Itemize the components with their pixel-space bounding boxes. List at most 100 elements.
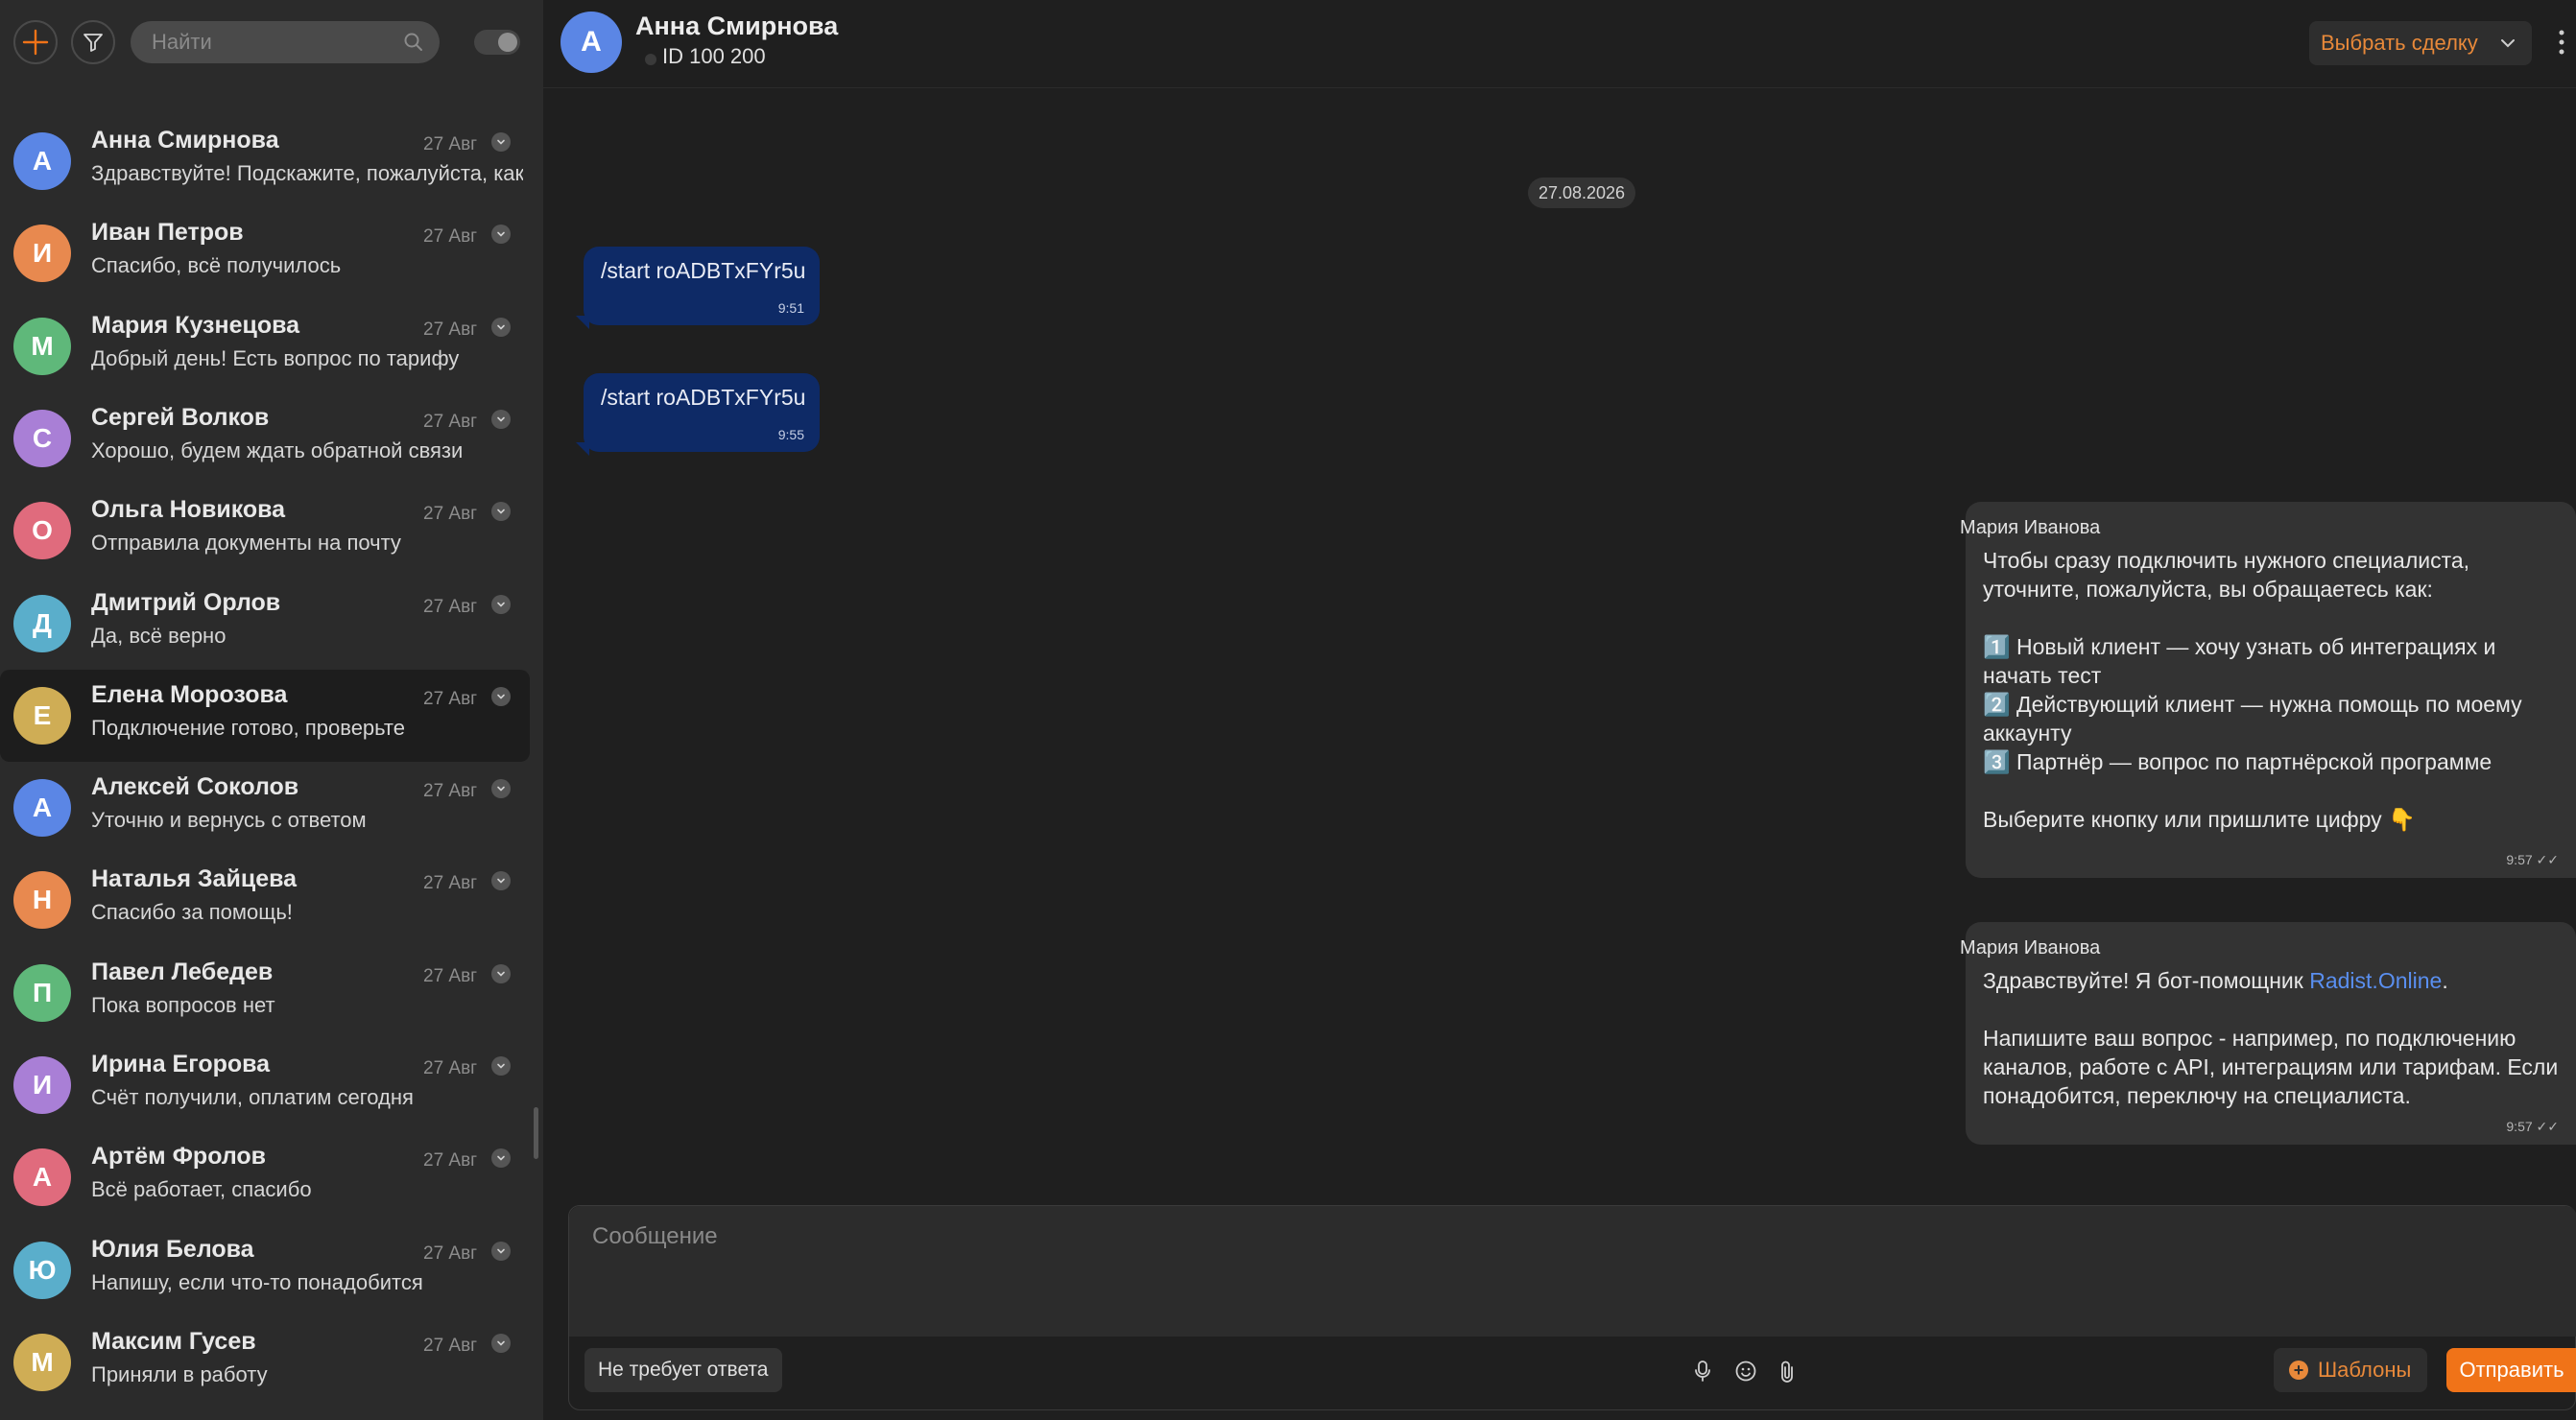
avatar: Е xyxy=(13,687,71,745)
bubble-tail xyxy=(576,316,589,329)
plus-icon xyxy=(22,29,49,56)
message-text: Чтобы сразу подключить нужного специалис… xyxy=(1983,546,2559,834)
message-line: Чтобы сразу подключить нужного специалис… xyxy=(1983,548,2470,573)
double-check-icon: ✓✓ xyxy=(2536,1119,2559,1134)
contact-name: Анна Смирнова xyxy=(635,12,839,40)
message-line xyxy=(1983,776,2559,805)
chat-preview: Всё работает, спасибо xyxy=(91,1177,312,1201)
chat-list-item[interactable]: И Иван Петров Спасибо, всё получилось 27 Ав… xyxy=(0,207,530,299)
chat-name: Дмитрий Орлов xyxy=(91,589,281,616)
chat-name: Павел Лебедев xyxy=(91,958,274,985)
chevron-down-icon[interactable] xyxy=(491,779,511,798)
sidebar-scrollbar[interactable] xyxy=(534,1107,538,1159)
templates-button[interactable]: + Шаблоны xyxy=(2274,1348,2427,1392)
microphone-icon[interactable] xyxy=(1692,1360,1713,1383)
chevron-down-icon[interactable] xyxy=(491,132,511,152)
chat-list-item[interactable]: О Ольга Новикова Отправила документы на по… xyxy=(0,485,530,577)
emoji-icon[interactable] xyxy=(1734,1360,1757,1383)
chat-date: 27 Авг xyxy=(423,1243,478,1264)
moon-icon xyxy=(498,33,517,52)
chevron-down-icon[interactable] xyxy=(491,1056,511,1076)
theme-toggle[interactable] xyxy=(474,30,520,55)
chevron-down-icon[interactable] xyxy=(491,502,511,521)
message-line: понадобится, переключу на специалиста. xyxy=(1983,1083,2411,1108)
messenger-app: А Анна Смирнова Здравствуйте! Подскажите, … xyxy=(0,0,2576,1420)
chevron-down-icon[interactable] xyxy=(491,595,511,614)
more-vertical-icon[interactable] xyxy=(2557,27,2566,58)
chevron-down-icon[interactable] xyxy=(491,1334,511,1353)
message-link[interactable]: Radist.Online xyxy=(2309,968,2442,993)
chat-list-item[interactable]: А Алексей Соколов Уточню и вернусь с ответ… xyxy=(0,762,530,854)
avatar: М xyxy=(13,318,71,375)
chat-date: 27 Авг xyxy=(423,1150,478,1171)
chevron-down-icon[interactable] xyxy=(491,1242,511,1261)
avatar: Ю xyxy=(13,1242,71,1299)
search-box xyxy=(131,21,440,63)
no-reply-button[interactable]: Не требует ответа xyxy=(584,1348,782,1392)
chat-date: 27 Авг xyxy=(423,597,478,617)
incoming-message[interactable]: Мария Иванова Здравствуйте! Я бот-помощн… xyxy=(1960,922,2576,1145)
search-input[interactable] xyxy=(152,21,392,63)
message-line xyxy=(1983,604,2559,632)
chat-preview: Здравствуйте! Подскажите, пожалуйста, ка… xyxy=(91,161,523,185)
incoming-message[interactable]: Мария Иванова Чтобы сразу подключить нуж… xyxy=(1960,502,2576,878)
message-line: аккаунту xyxy=(1983,721,2072,746)
chat-name: Ирина Егорова xyxy=(91,1051,271,1077)
composer-area xyxy=(569,1206,2576,1337)
chevron-down-icon[interactable] xyxy=(491,687,511,706)
chat-list-item[interactable]: Д Дмитрий Орлов Да, всё верно 27 Авг xyxy=(0,578,530,670)
chat-name: Наталья Зайцева xyxy=(91,865,298,892)
message-time: 9:55 xyxy=(777,427,804,442)
attachment-icon[interactable] xyxy=(1777,1360,1798,1384)
chat-list-item[interactable]: П Павел Лебедев Пока вопросов нет 27 Авг xyxy=(0,947,530,1039)
chat-preview: Напишу, если что-то понадобится xyxy=(91,1270,423,1294)
chevron-down-icon[interactable] xyxy=(491,1148,511,1168)
message-line: 3️⃣ Партнёр — вопрос по партнёрской прог… xyxy=(1983,749,2493,774)
new-chat-button[interactable] xyxy=(13,20,58,64)
chevron-down-icon[interactable] xyxy=(491,871,511,890)
chat-date: 27 Авг xyxy=(423,1336,478,1356)
chat-list-item[interactable]: И Ирина Егорова Счёт получили, оплатим сег… xyxy=(0,1039,530,1131)
outgoing-message[interactable]: /start roADBTxFYr5u 9:51 xyxy=(576,247,820,329)
message-input[interactable] xyxy=(592,1223,2512,1319)
chat-name: Ольга Новикова xyxy=(91,496,286,523)
chat-list-item[interactable]: М Мария Кузнецова Добрый день! Есть вопрос… xyxy=(0,300,530,392)
message-line: каналов, работе с API, интеграциям или т… xyxy=(1983,1054,2559,1079)
chat-list-item[interactable]: Е Елена Морозова Подключение готово, прове… xyxy=(0,670,530,762)
avatar: С xyxy=(13,410,71,467)
deal-select[interactable]: Выбрать сделку xyxy=(2309,21,2532,65)
avatar: Н xyxy=(13,871,71,929)
avatar: О xyxy=(13,502,71,559)
send-button[interactable]: Отправить xyxy=(2446,1348,2576,1392)
filter-button[interactable] xyxy=(71,20,115,64)
date-separator: 27.08.2026 xyxy=(1528,178,1635,208)
chevron-down-icon[interactable] xyxy=(491,225,511,244)
message-text: /start roADBTxFYr5u xyxy=(601,385,806,410)
avatar: А xyxy=(13,1148,71,1206)
chevron-down-icon[interactable] xyxy=(491,964,511,983)
chat-list-item[interactable]: М Максим Гусев Приняли в работу 27 Авг xyxy=(0,1316,530,1408)
contact-avatar[interactable]: А xyxy=(561,12,622,73)
chat-date: 27 Авг xyxy=(423,873,478,893)
chat-list-item[interactable]: А Артём Фролов Всё работает, спасибо 27 Авг xyxy=(0,1131,530,1223)
chat-name: Артём Фролов xyxy=(91,1143,267,1170)
chat-list-item[interactable]: А Анна Смирнова Здравствуйте! Подскажите, … xyxy=(0,115,530,207)
chat-list-item[interactable]: Ю Юлия Белова Напишу, если что-то понадоби… xyxy=(0,1224,530,1316)
message-line xyxy=(1983,995,2559,1024)
chat-date: 27 Авг xyxy=(423,134,478,154)
templates-label: Шаблоны xyxy=(2318,1358,2412,1382)
deal-select-label: Выбрать сделку xyxy=(2321,31,2478,55)
chat-list-item[interactable]: С Сергей Волков Хорошо, будем ждать обратн… xyxy=(0,392,530,485)
chevron-down-icon[interactable] xyxy=(491,410,511,429)
chat-preview: Уточню и вернусь с ответом xyxy=(91,808,367,832)
message-feed: 27.08.2026 /start roADBTxFYr5u 9:51 /sta… xyxy=(543,89,2576,1185)
message-line: уточните, пожалуйста, вы обращаетесь как… xyxy=(1983,577,2433,602)
chat-date: 27 Авг xyxy=(423,320,478,340)
chat-list-item[interactable]: Н Наталья Зайцева Спасибо за помощь! 27 Авг xyxy=(0,854,530,946)
chat-name: Юлия Белова xyxy=(91,1236,254,1263)
chat-preview: Счёт получили, оплатим сегодня xyxy=(91,1085,414,1109)
chevron-down-icon[interactable] xyxy=(491,318,511,337)
outgoing-message[interactable]: /start roADBTxFYr5u 9:55 xyxy=(576,373,820,456)
message-composer: Не требует ответа + Шаблоны Отправить xyxy=(568,1205,2576,1410)
chat-date: 27 Авг xyxy=(423,781,478,801)
